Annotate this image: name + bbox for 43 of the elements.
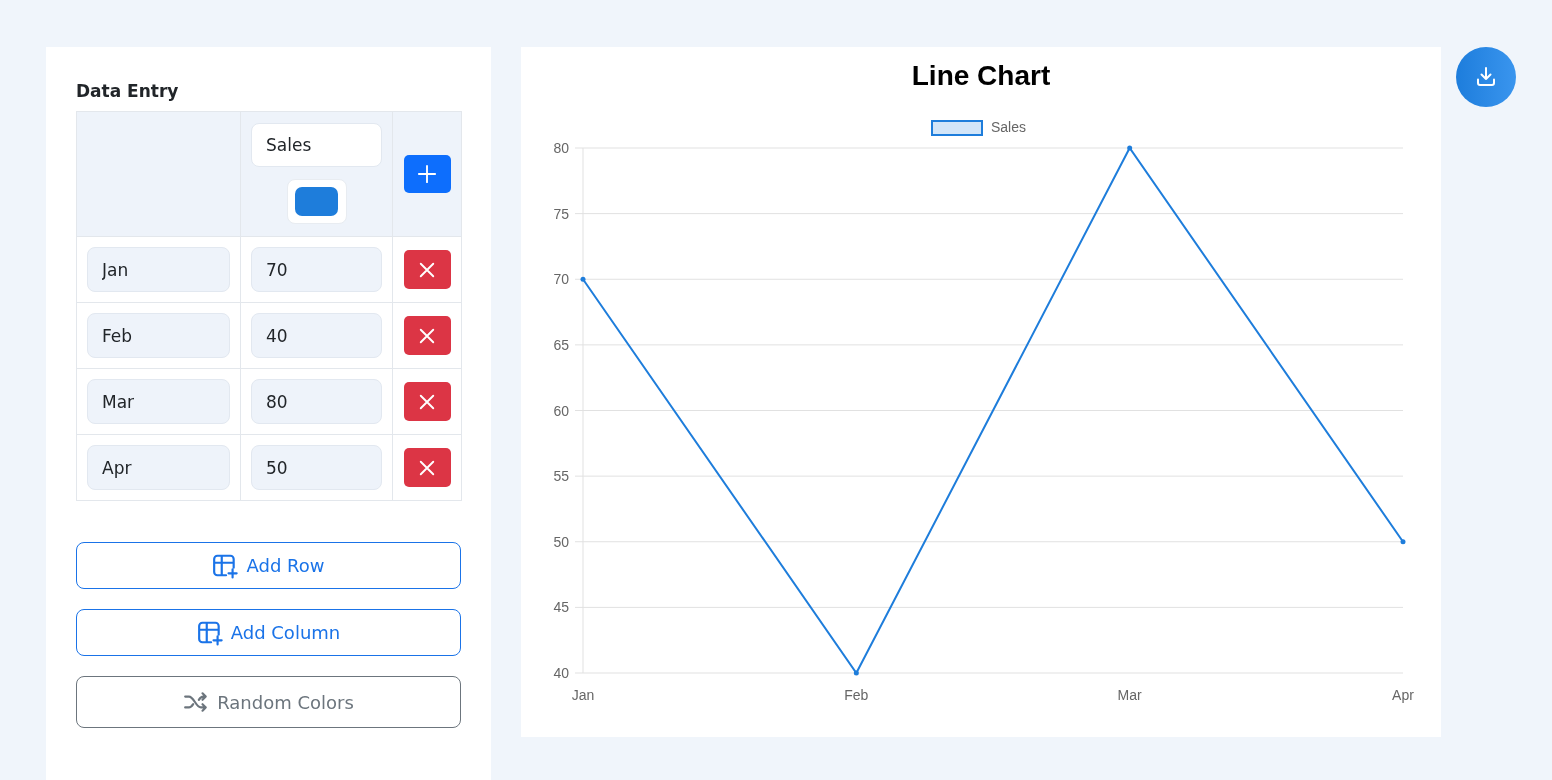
y-axis-label: 70 [553,271,569,288]
y-axis-label: 40 [553,665,569,681]
add-button[interactable]: Add Column [76,609,461,656]
y-axis-label: 80 [553,140,569,156]
row-label-field[interactable]: Apr [87,445,230,490]
data-point [580,276,586,282]
download-icon [1474,65,1498,89]
value-field[interactable]: 40 [251,313,382,358]
plus-icon [417,163,437,184]
add-button[interactable]: Add Row [76,542,461,589]
value-field[interactable]: 80 [251,379,382,424]
x-axis-label: Mar [1117,687,1142,703]
x-axis-label: Feb [844,687,869,703]
y-axis-label: 60 [553,402,569,419]
data-point [853,670,859,676]
delete-row-button[interactable] [403,250,451,289]
delete-row-button[interactable] [403,448,451,487]
color-picker[interactable] [286,179,347,224]
y-axis-label: 65 [553,336,569,353]
data-point [1127,145,1133,151]
delete-row-button[interactable] [403,316,451,355]
table-plus-icon [212,552,239,579]
x-axis-label: Jan [571,687,595,703]
y-axis-label: 75 [553,205,569,222]
x-axis-label: Apr [1392,687,1414,703]
add-column-button[interactable] [403,154,451,193]
legend-label: Sales [991,119,1027,135]
row-label-field[interactable]: Mar [87,379,230,424]
value-field[interactable]: 70 [251,247,382,292]
panel-title: Data Entry [76,80,180,103]
value-field[interactable]: 50 [251,445,382,490]
chart-title: Line Chart [910,59,1052,93]
y-axis-label: 45 [553,599,569,616]
download-button[interactable] [1456,47,1516,107]
data-point [1400,539,1406,545]
random-colors-button[interactable]: Random Colors [76,676,461,728]
table-plus-icon [196,619,223,646]
row-label-field[interactable]: Feb [87,313,230,358]
column-name-field[interactable]: Sales [251,123,382,167]
y-axis-label: 50 [553,533,569,550]
delete-row-button[interactable] [403,382,451,421]
y-axis-label: 55 [553,468,569,485]
shuffle-icon [183,689,210,715]
